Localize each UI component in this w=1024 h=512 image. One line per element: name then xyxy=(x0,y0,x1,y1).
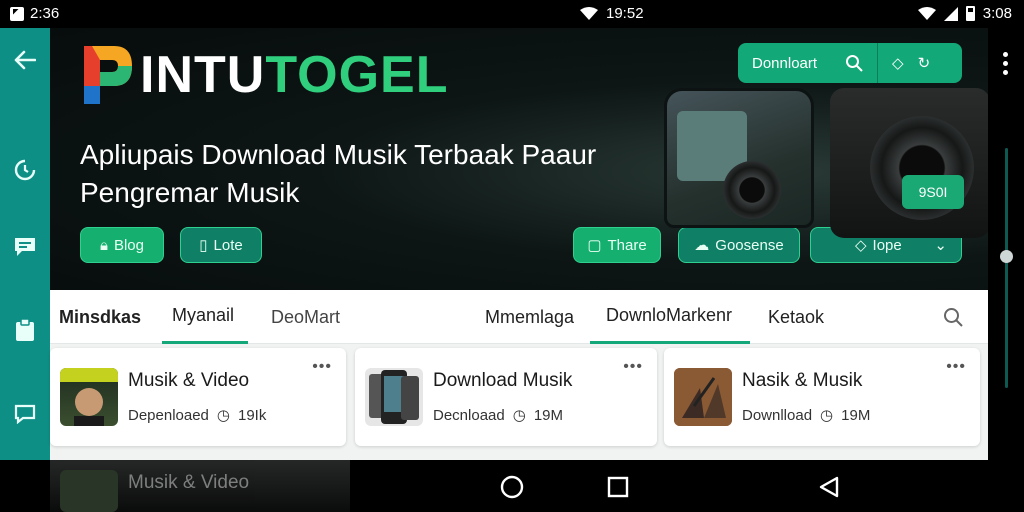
hero-photo xyxy=(664,88,814,228)
left-rail xyxy=(0,28,50,460)
doc-icon: ▯ xyxy=(199,237,208,254)
card-more-icon[interactable]: ••• xyxy=(623,358,643,376)
card-meta-label: Depenloaed xyxy=(128,406,209,424)
hero-banner: INTU TOGEL Apliupais Download Musik Terba… xyxy=(50,28,988,290)
download-icon: ◷ xyxy=(512,407,526,424)
goosense-button[interactable]: ☁︎ Goosense xyxy=(678,227,800,263)
lock-icon: 🔒︎ xyxy=(99,236,108,254)
share-button[interactable]: ▢ Thare xyxy=(573,227,661,263)
tab-mmemlaga[interactable]: Mmemlaga xyxy=(485,290,574,344)
notification-icon xyxy=(10,6,24,21)
card-thumbnail xyxy=(60,470,118,512)
blog-label: Blog xyxy=(113,236,144,254)
more-options-icon[interactable] xyxy=(1003,52,1008,75)
wifi-icon xyxy=(917,6,936,20)
blog-button[interactable]: 🔒︎ Blog xyxy=(80,227,164,263)
shield-icon: ◇ xyxy=(855,237,867,254)
share-label: Thare xyxy=(607,236,647,254)
wifi-icon xyxy=(580,6,598,20)
message-icon[interactable] xyxy=(11,400,39,428)
status-time-right: 3:08 xyxy=(982,5,1012,22)
tab-downlomarkenr[interactable]: DownloMarkenr xyxy=(590,290,751,344)
signal-icon xyxy=(943,6,958,21)
card-count: 19M xyxy=(841,406,871,424)
tab-ketaok[interactable]: Ketaok xyxy=(768,290,824,344)
camera-illustration xyxy=(830,88,988,238)
status-time-center: 19:52 xyxy=(606,5,644,22)
card-thumbnail xyxy=(365,368,423,426)
app-card[interactable]: Musik & Video Depenloaed ◷ 19Ik ••• xyxy=(50,348,346,446)
chat-icon[interactable] xyxy=(11,233,39,261)
goosense-label: Goosense xyxy=(715,236,784,254)
content-area: Musik & Video Depenloaed ◷ 19Ik ••• Down… xyxy=(50,344,988,460)
hero-headline: Apliupais Download Musik Terbaak Paaur P… xyxy=(80,139,597,208)
tag-icon[interactable]: ◇ xyxy=(878,43,918,83)
battery-icon xyxy=(965,6,975,21)
app-card[interactable]: Nasik & Musik Downlload ◷ 19M ••• xyxy=(664,348,980,446)
card-title: Musik & Video xyxy=(128,370,250,391)
chat-bubble-icon: ▢ xyxy=(587,237,602,254)
card-meta-label: Decnloaad xyxy=(433,406,505,424)
status-time-left: 2:36 xyxy=(30,5,60,22)
lote-button[interactable]: ▯ Lote xyxy=(180,227,262,263)
card-thumbnail xyxy=(674,368,732,426)
tab-deomart[interactable]: DeoMart xyxy=(271,290,340,344)
logo-text-green: TOGEL xyxy=(265,46,449,104)
app-logo: INTU TOGEL xyxy=(80,42,449,108)
card-more-icon[interactable]: ••• xyxy=(312,358,332,376)
card-meta: Downlload ◷ 19M xyxy=(742,406,871,425)
card-thumbnail xyxy=(60,368,118,426)
tab-bar: Minsdkas Myanail DeoMart Mmemlaga Downlo… xyxy=(50,290,988,344)
chevron-down-icon: ⌄ xyxy=(934,237,947,254)
iope-label: Iope xyxy=(872,236,902,254)
card-meta-label: Downlload xyxy=(742,406,813,424)
hero-badge[interactable]: 9S0I xyxy=(902,175,964,209)
card-meta: Depenloaed ◷ 19Ik xyxy=(128,406,267,425)
card-title: Download Musik xyxy=(433,370,573,391)
partially-hidden-row: Musik & Video xyxy=(50,460,350,512)
card-title: Musik & Video xyxy=(128,472,250,493)
camera-lens xyxy=(723,161,781,219)
clipboard-icon[interactable] xyxy=(11,316,39,344)
download-icon: ◷ xyxy=(216,407,230,424)
card-more-icon[interactable]: ••• xyxy=(946,358,966,376)
back-nav-icon[interactable] xyxy=(816,474,842,500)
right-edge xyxy=(988,28,1024,460)
card-count: 19Ik xyxy=(238,406,267,424)
card-count: 19M xyxy=(533,406,563,424)
scroll-track[interactable] xyxy=(1005,148,1008,388)
card-meta: Decnloaad ◷ 19M xyxy=(433,406,563,425)
download-icon: ◷ xyxy=(820,407,834,424)
search-icon[interactable] xyxy=(831,43,877,83)
home-icon[interactable] xyxy=(499,474,525,500)
search-icon[interactable] xyxy=(943,290,963,344)
logo-text-white: INTU xyxy=(140,46,266,104)
tab-minsdkas[interactable]: Minsdkas xyxy=(59,290,141,344)
cloud-icon: ☁︎ xyxy=(694,237,710,254)
tab-myanail[interactable]: Myanail xyxy=(162,290,249,344)
status-bar: 2:36 19:52 3:08 xyxy=(0,0,1024,28)
recents-icon[interactable] xyxy=(605,474,631,500)
download-label[interactable]: Donnloart xyxy=(738,43,831,83)
iope-content: ◇ Iope xyxy=(855,236,902,255)
back-icon[interactable] xyxy=(11,46,39,74)
download-search-bar[interactable]: Donnloart ◇ ↻ xyxy=(738,43,962,83)
sync-icon[interactable] xyxy=(11,156,39,184)
app-card[interactable]: Download Musik Decnloaad ◷ 19M ••• xyxy=(355,348,657,446)
refresh-icon[interactable]: ↻ xyxy=(918,43,945,83)
logo-mark xyxy=(80,42,136,108)
lote-label: Lote xyxy=(213,236,243,254)
scroll-thumb[interactable] xyxy=(1000,250,1013,263)
card-title: Nasik & Musik xyxy=(742,370,863,391)
